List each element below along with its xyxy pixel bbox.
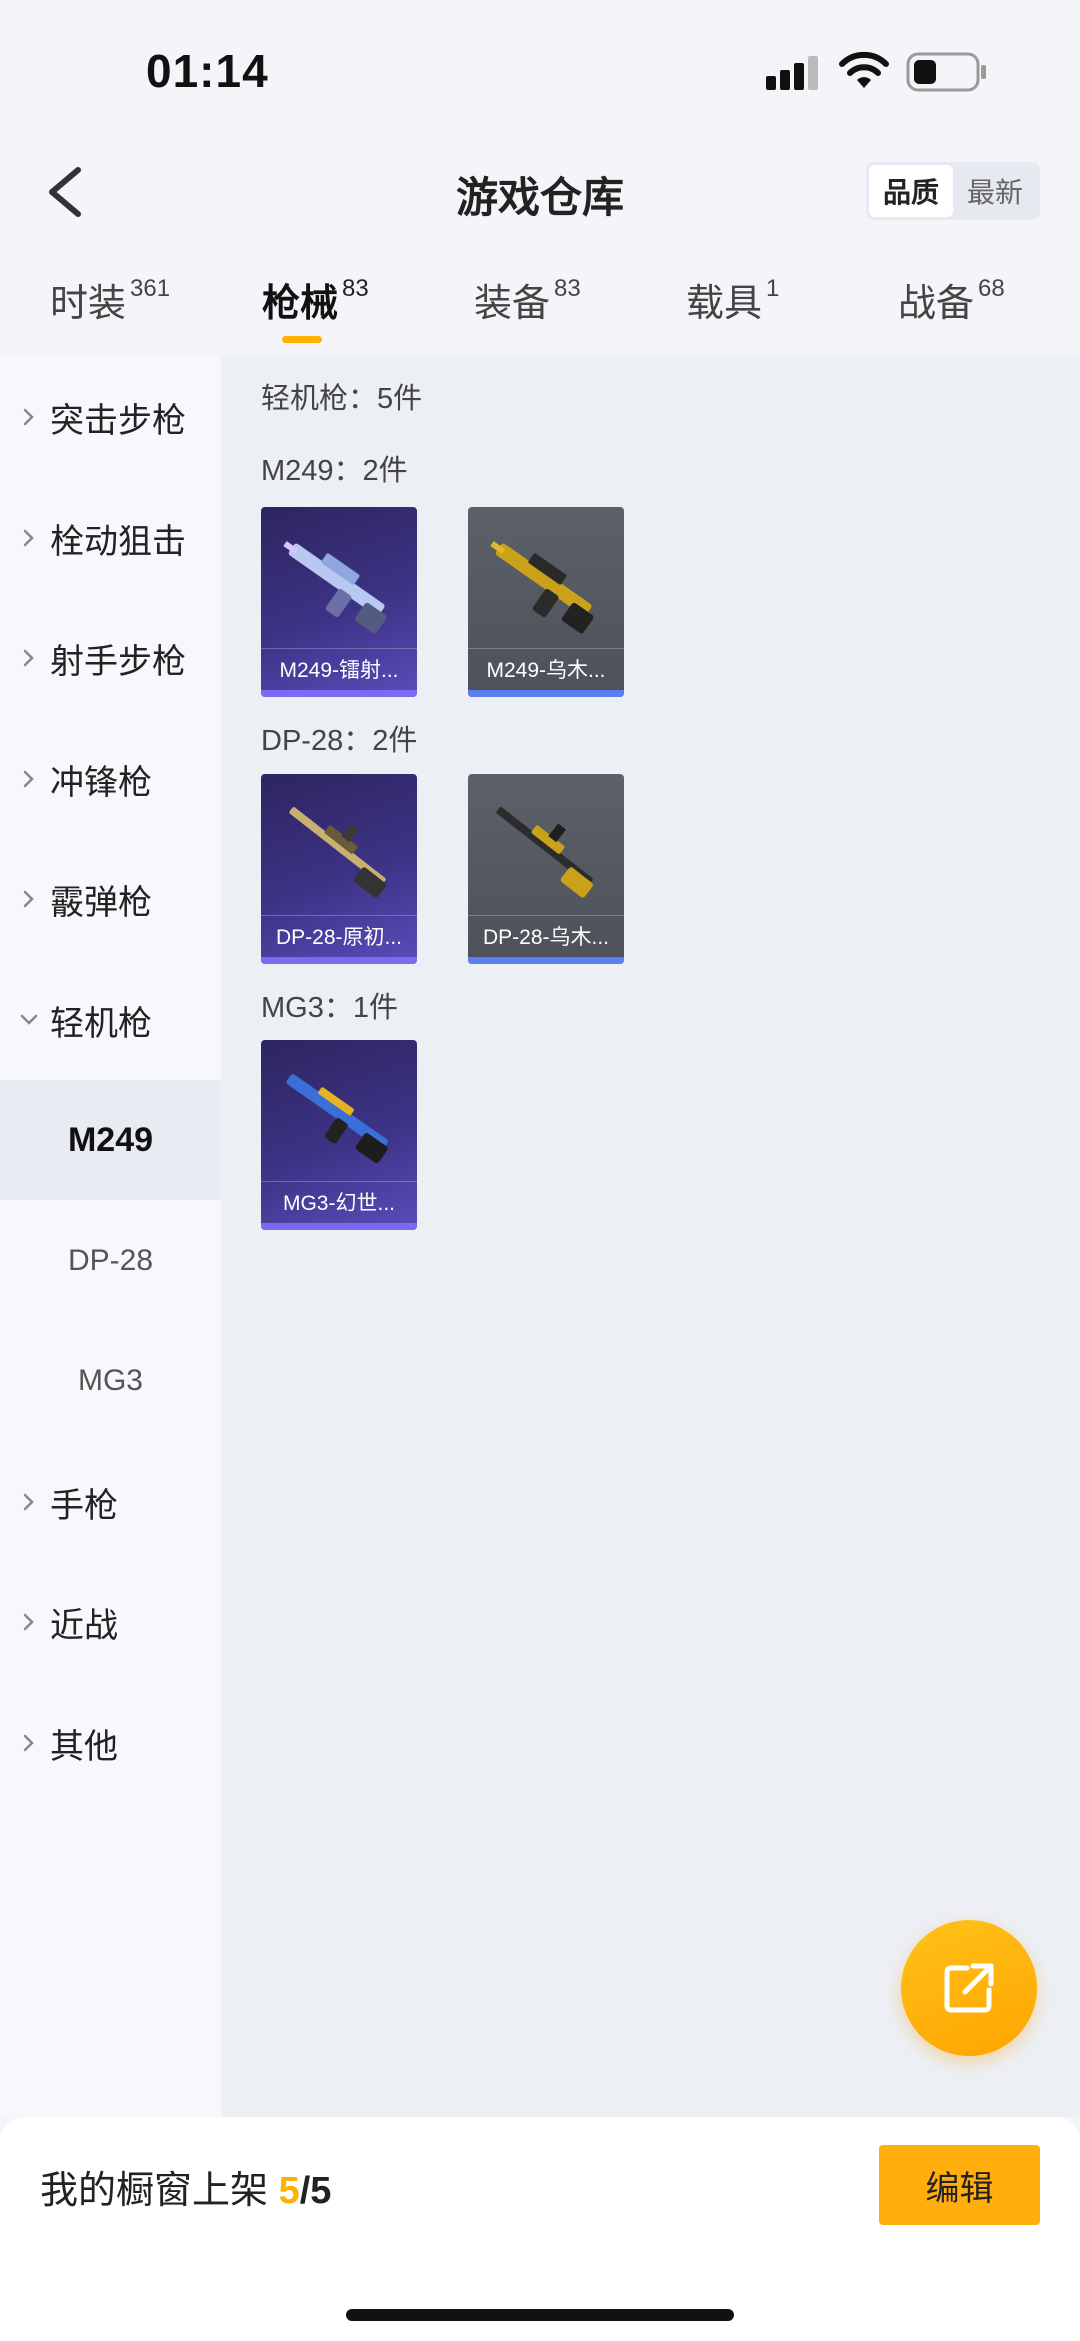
battery-icon [906, 52, 986, 92]
showcase-status: 我的橱窗上架 5/5 [40, 2159, 331, 2214]
item-card[interactable]: DP-28-乌木... [468, 774, 624, 964]
tab-fashion[interactable]: 时装 361 [50, 272, 170, 327]
sidebar-item-lmg[interactable]: 轻机枪 [0, 960, 221, 1080]
sidebar-subitem-dp28[interactable]: DP-28 [0, 1201, 221, 1321]
category-summary: 轻机枪：5件 [261, 383, 423, 415]
machine-gun-icon [286, 1074, 388, 1164]
machine-gun-icon [490, 541, 594, 634]
cellular-signal-icon [766, 56, 818, 90]
chevron-down-icon [20, 1014, 38, 1025]
sidebar-item-pistol[interactable]: 手枪 [0, 1442, 221, 1562]
tab-vehicles[interactable]: 载具 1 [686, 272, 779, 327]
sidebar-item-bolt-sniper[interactable]: 栓动狙击 [0, 478, 221, 598]
sidebar-item-melee[interactable]: 近战 [0, 1562, 221, 1682]
machine-gun-icon [496, 807, 593, 898]
item-card[interactable]: DP-28-原初... [261, 774, 417, 964]
sidebar-item-label: 栓动狙击 [50, 522, 186, 561]
sidebar-item-label: 轻机枪 [50, 1004, 152, 1043]
item-card[interactable]: M249-镭射... [261, 507, 417, 697]
item-name: M249-镭射... [261, 648, 417, 689]
status-bar: 01:14 [0, 0, 1080, 140]
top-navigation: 游戏仓库 品质 最新 [0, 140, 1080, 240]
showcase-label: 我的橱窗上架 [40, 2170, 269, 2212]
sidebar-item-label: 射手步枪 [50, 642, 186, 681]
item-card[interactable]: M249-乌木... [468, 507, 624, 697]
edit-button[interactable]: 编辑 [879, 2145, 1040, 2225]
sidebar-item-label: 霰弹枪 [50, 883, 152, 922]
tab-label: 装备 [474, 283, 551, 325]
item-name: DP-28-原初... [261, 915, 417, 956]
sort-by-newest-button[interactable]: 最新 [953, 165, 1037, 217]
group-heading: MG3：1件 [261, 992, 398, 1024]
sidebar-subitem-m249[interactable]: M249 [0, 1080, 221, 1200]
sidebar-item-label: 近战 [50, 1606, 118, 1645]
sidebar-item-label: 其他 [50, 1727, 118, 1766]
tab-label: 载具 [686, 283, 763, 325]
item-card[interactable]: MG3-幻世... [261, 1040, 417, 1230]
rarity-bar [468, 957, 624, 964]
machine-gun-icon [283, 541, 387, 634]
tab-equipment[interactable]: 装备 83 [474, 272, 581, 327]
tab-count: 83 [342, 275, 369, 303]
chevron-right-icon [23, 649, 34, 667]
group-heading: M249：2件 [261, 455, 408, 487]
rarity-bar [261, 1223, 417, 1230]
chevron-right-icon [23, 770, 34, 788]
tab-count: 83 [554, 275, 581, 303]
chevron-right-icon [23, 1613, 34, 1631]
tab-count: 68 [978, 275, 1005, 303]
sidebar-item-assault-rifle[interactable]: 突击步枪 [0, 357, 221, 477]
category-tabs: 时装 361 枪械 83 装备 83 载具 1 战备 68 [0, 262, 1080, 358]
item-name: MG3-幻世... [261, 1181, 417, 1222]
sidebar-item-other[interactable]: 其他 [0, 1683, 221, 1803]
item-name: M249-乌木... [468, 648, 624, 689]
sidebar-item-label: 冲锋枪 [50, 763, 152, 802]
chevron-right-icon [23, 890, 34, 908]
chevron-right-icon [23, 1493, 34, 1511]
rarity-bar [261, 957, 417, 964]
showcase-total: /5 [299, 2170, 332, 2212]
share-external-icon [944, 1963, 994, 2013]
tab-label: 枪械 [262, 283, 339, 325]
rarity-bar [261, 690, 417, 697]
sidebar-item-marksman-rifle[interactable]: 射手步枪 [0, 598, 221, 718]
tab-supplies[interactable]: 战备 68 [898, 272, 1005, 327]
tab-count: 1 [766, 275, 780, 303]
active-tab-indicator [282, 336, 322, 343]
sidebar-item-shotgun[interactable]: 霰弹枪 [0, 839, 221, 959]
tab-label: 时装 [50, 283, 127, 325]
tab-count: 361 [130, 275, 171, 303]
status-time: 01:14 [146, 45, 269, 97]
item-grid-panel: 轻机枪：5件 M249：2件 M249-镭射... M249-乌木... DP-… [221, 357, 1080, 2117]
share-button[interactable] [901, 1920, 1037, 2056]
chevron-right-icon [23, 529, 34, 547]
tab-label: 战备 [898, 283, 975, 325]
machine-gun-icon [289, 807, 386, 898]
sidebar-item-smg[interactable]: 冲锋枪 [0, 719, 221, 839]
sort-toggle: 品质 最新 [866, 162, 1040, 220]
sort-by-quality-button[interactable]: 品质 [869, 165, 953, 217]
sidebar-item-label: 突击步枪 [50, 401, 186, 440]
chevron-right-icon [23, 1734, 34, 1752]
showcase-bar: 我的橱窗上架 5/5 编辑 [0, 2117, 1080, 2341]
showcase-count: 5 [278, 2170, 300, 2212]
tab-firearms[interactable]: 枪械 83 [262, 272, 369, 327]
group-heading: DP-28：2件 [261, 725, 418, 757]
chevron-right-icon [23, 408, 34, 426]
category-sidebar: 突击步枪 栓动狙击 射手步枪 冲锋枪 霰弹枪 轻机枪 M249 DP-28 MG… [0, 357, 221, 2117]
rarity-bar [468, 690, 624, 697]
sidebar-item-label: 手枪 [50, 1486, 118, 1525]
home-indicator [346, 2309, 734, 2321]
sidebar-subitem-mg3[interactable]: MG3 [0, 1321, 221, 1441]
item-name: DP-28-乌木... [468, 915, 624, 956]
wifi-icon [839, 51, 889, 88]
